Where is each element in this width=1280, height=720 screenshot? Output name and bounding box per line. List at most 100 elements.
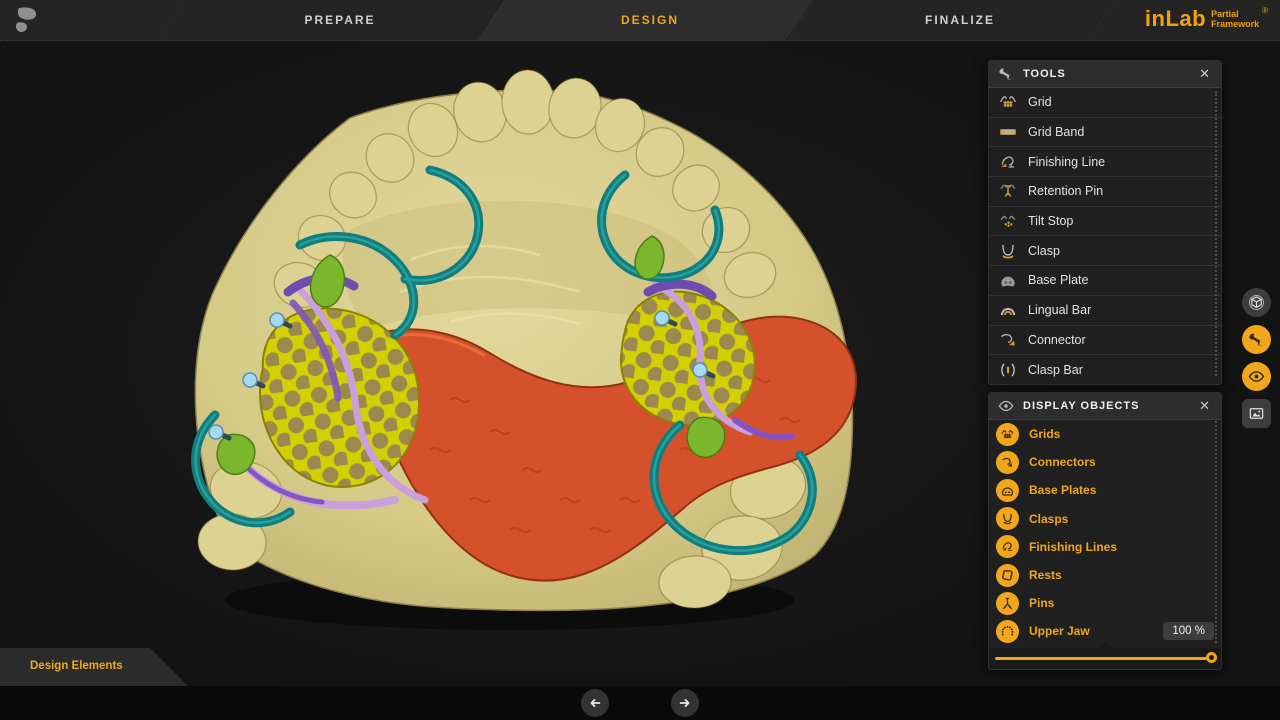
clasp-icon bbox=[998, 241, 1018, 261]
tab-separator bbox=[1087, 0, 1115, 40]
close-icon[interactable]: ✕ bbox=[1197, 398, 1212, 414]
topbar-tab-label: DESIGN bbox=[621, 13, 679, 27]
base-plates-icon bbox=[996, 479, 1019, 502]
tool-item-label: Clasp bbox=[1028, 244, 1060, 258]
clasps-icon bbox=[996, 507, 1019, 530]
tool-item-label: Clasp Bar bbox=[1028, 363, 1083, 377]
top-bar: PREPARE DESIGN FINALIZE inLab Partial Fr… bbox=[0, 0, 1280, 41]
display-object-item[interactable]: Pins bbox=[989, 589, 1221, 617]
nav-button[interactable] bbox=[671, 689, 699, 717]
inlab-logo: inLab Partial Framework ® bbox=[1145, 6, 1268, 32]
bottom-bar bbox=[0, 686, 1280, 720]
wrench-icon bbox=[1248, 331, 1265, 348]
display-object-item[interactable]: Rests bbox=[989, 561, 1221, 589]
pins-icon bbox=[996, 592, 1019, 615]
side-button[interactable] bbox=[1242, 288, 1271, 317]
cube-icon bbox=[1248, 294, 1265, 311]
lingual-bar-icon bbox=[998, 300, 1018, 320]
tools-panel: TOOLS ✕ Grid Grid Band Finishing Line Re… bbox=[988, 60, 1222, 385]
display-objects-list: Grids Connectors Base Plates Clasps bbox=[989, 420, 1221, 646]
tools-panel-title: TOOLS bbox=[1023, 68, 1188, 80]
display-object-item[interactable]: Base Plates bbox=[989, 476, 1221, 504]
tool-item-label: Connector bbox=[1028, 333, 1086, 347]
tool-item-label: Finishing Line bbox=[1028, 155, 1105, 169]
display-object-item[interactable]: Finishing Lines bbox=[989, 533, 1221, 561]
slider-track[interactable] bbox=[995, 657, 1207, 660]
finishing-line-icon bbox=[998, 152, 1018, 172]
upper-jaw-icon bbox=[996, 620, 1019, 643]
arrow-left-icon bbox=[587, 695, 603, 711]
registered-mark: ® bbox=[1262, 6, 1268, 16]
tool-item[interactable]: Retention Pin bbox=[989, 177, 1221, 207]
side-toolbar bbox=[1242, 288, 1271, 428]
nav-button[interactable] bbox=[581, 689, 609, 717]
topbar-tab[interactable]: PREPARE bbox=[304, 0, 375, 40]
tool-item[interactable]: Clasp Bar bbox=[989, 355, 1221, 384]
tool-item-label: Grid Band bbox=[1028, 125, 1084, 139]
tool-item-label: Lingual Bar bbox=[1028, 303, 1091, 317]
tool-item-label: Tilt Stop bbox=[1028, 214, 1073, 228]
connectors-icon bbox=[996, 451, 1019, 474]
display-object-label: Rests bbox=[1029, 568, 1214, 582]
tool-item[interactable]: Clasp bbox=[989, 236, 1221, 266]
display-object-item[interactable]: Clasps bbox=[989, 505, 1221, 533]
display-objects-title: DISPLAY OBJECTS bbox=[1023, 400, 1188, 412]
display-object-label: Finishing Lines bbox=[1029, 540, 1214, 554]
step-nav bbox=[581, 689, 699, 717]
arrow-right-icon bbox=[677, 695, 693, 711]
jaw-model-canvas[interactable] bbox=[150, 60, 870, 660]
finishing-lines-icon bbox=[996, 535, 1019, 558]
opacity-slider[interactable] bbox=[989, 648, 1221, 669]
tilt-stop-icon bbox=[998, 211, 1018, 231]
tool-item[interactable]: Grid Band bbox=[989, 118, 1221, 148]
topbar-tab-label: PREPARE bbox=[304, 13, 375, 27]
tool-item[interactable]: Base Plate bbox=[989, 266, 1221, 296]
connector-icon bbox=[998, 330, 1018, 350]
topbar-tab-label: FINALIZE bbox=[925, 13, 995, 27]
grids-icon bbox=[996, 423, 1019, 446]
display-object-label: Connectors bbox=[1029, 455, 1214, 469]
display-object-label: Pins bbox=[1029, 596, 1214, 610]
brand-name: inLab bbox=[1145, 6, 1206, 32]
close-icon[interactable]: ✕ bbox=[1197, 66, 1212, 82]
brand-product: Partial Framework bbox=[1211, 9, 1259, 29]
tools-list: Grid Grid Band Finishing Line Retention … bbox=[989, 88, 1221, 384]
display-object-label: Grids bbox=[1029, 427, 1214, 441]
display-object-item[interactable]: Grids bbox=[989, 420, 1221, 448]
display-objects-header: DISPLAY OBJECTS ✕ bbox=[989, 393, 1221, 420]
scrollbar[interactable] bbox=[1215, 91, 1217, 376]
display-object-label: Base Plates bbox=[1029, 483, 1214, 497]
side-button[interactable] bbox=[1242, 325, 1271, 354]
tool-item-label: Base Plate bbox=[1028, 273, 1088, 287]
display-objects-panel: DISPLAY OBJECTS ✕ Grids Connectors Base … bbox=[988, 392, 1222, 670]
display-object-item[interactable]: Connectors bbox=[989, 448, 1221, 476]
tool-item[interactable]: Connector bbox=[989, 326, 1221, 356]
topbar-tab[interactable]: FINALIZE bbox=[925, 0, 995, 40]
tool-item[interactable]: Finishing Line bbox=[989, 147, 1221, 177]
grid-band-icon bbox=[998, 122, 1018, 142]
opacity-value: 100 % bbox=[1163, 622, 1214, 640]
clasp-bar-icon bbox=[998, 360, 1018, 380]
tool-item-label: Retention Pin bbox=[1028, 184, 1103, 198]
tool-item[interactable]: Grid bbox=[989, 88, 1221, 118]
base-plate-icon bbox=[998, 270, 1018, 290]
tool-item[interactable]: Tilt Stop bbox=[989, 207, 1221, 237]
eye-icon bbox=[1248, 368, 1265, 385]
tool-item[interactable]: Lingual Bar bbox=[989, 296, 1221, 326]
retention-pin-icon bbox=[998, 181, 1018, 201]
scrollbar[interactable] bbox=[1215, 421, 1217, 643]
tools-panel-header: TOOLS ✕ bbox=[989, 61, 1221, 88]
display-object-label: Upper Jaw bbox=[1029, 624, 1153, 638]
slider-handle[interactable] bbox=[1206, 652, 1217, 663]
side-button[interactable] bbox=[1242, 399, 1271, 428]
tab-separator bbox=[157, 0, 185, 40]
grid-icon bbox=[998, 92, 1018, 112]
rests-icon bbox=[996, 564, 1019, 587]
tool-item-label: Grid bbox=[1028, 95, 1052, 109]
wrench-icon bbox=[998, 66, 1014, 82]
display-object-label: Clasps bbox=[1029, 512, 1214, 526]
eye-icon bbox=[998, 398, 1014, 414]
sirona-logo bbox=[13, 7, 41, 34]
side-button[interactable] bbox=[1242, 362, 1271, 391]
topbar-tab[interactable]: DESIGN bbox=[621, 0, 679, 40]
